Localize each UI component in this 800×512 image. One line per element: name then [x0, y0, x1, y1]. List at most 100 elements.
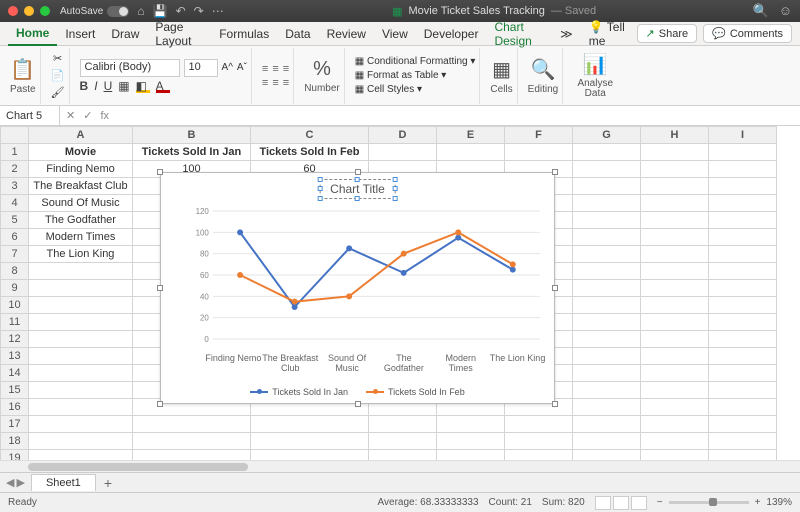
- comments-button[interactable]: 💬Comments: [703, 24, 792, 43]
- tab-developer[interactable]: Developer: [416, 23, 487, 45]
- cell[interactable]: [641, 195, 709, 212]
- resize-handle[interactable]: [157, 169, 163, 175]
- cell[interactable]: [709, 263, 777, 280]
- name-box[interactable]: Chart 5: [0, 106, 60, 125]
- sheet-tab[interactable]: Sheet1: [31, 474, 96, 491]
- cell[interactable]: [573, 229, 641, 246]
- cell[interactable]: [573, 161, 641, 178]
- switch-icon[interactable]: [107, 6, 129, 17]
- col-header[interactable]: B: [133, 127, 251, 144]
- align-left-icon[interactable]: ≡: [262, 77, 268, 89]
- cell[interactable]: [573, 382, 641, 399]
- zoom-level[interactable]: 139%: [766, 497, 792, 508]
- paste-icon[interactable]: 📋: [10, 57, 35, 82]
- align-mid-icon[interactable]: ≡: [272, 63, 278, 75]
- tab-draw[interactable]: Draw: [103, 23, 147, 45]
- embedded-chart[interactable]: Chart Title 020406080100120 Finding Nemo…: [160, 172, 555, 404]
- cell[interactable]: [29, 314, 133, 331]
- fx-icon[interactable]: fx: [100, 110, 109, 122]
- cell[interactable]: [709, 314, 777, 331]
- window-controls[interactable]: [8, 6, 50, 16]
- chart-plot-area[interactable]: 020406080100120: [189, 205, 546, 345]
- cell[interactable]: [641, 161, 709, 178]
- resize-handle[interactable]: [552, 401, 558, 407]
- cell[interactable]: [709, 348, 777, 365]
- tab-formulas[interactable]: Formulas: [211, 23, 277, 45]
- row-header[interactable]: 4: [1, 195, 29, 212]
- editing-group[interactable]: 🔍 Editing: [524, 48, 564, 104]
- cell[interactable]: [133, 416, 251, 433]
- tab-view[interactable]: View: [374, 23, 416, 45]
- cell[interactable]: [641, 246, 709, 263]
- cell[interactable]: Finding Nemo: [29, 161, 133, 178]
- editing-icon[interactable]: 🔍: [530, 57, 555, 82]
- col-header[interactable]: F: [505, 127, 573, 144]
- increase-font-icon[interactable]: A^: [222, 62, 233, 73]
- decrease-font-icon[interactable]: Aˇ: [237, 62, 247, 73]
- cell[interactable]: [133, 433, 251, 450]
- horizontal-scrollbar[interactable]: [0, 460, 800, 472]
- cell[interactable]: [641, 144, 709, 161]
- cell[interactable]: [709, 331, 777, 348]
- analyse-icon[interactable]: 📊: [583, 52, 608, 77]
- clipboard-icons[interactable]: ✂ 📄 🖌: [47, 48, 70, 104]
- cell[interactable]: Modern Times: [29, 229, 133, 246]
- cell[interactable]: [505, 433, 573, 450]
- resize-handle[interactable]: [355, 401, 361, 407]
- cell[interactable]: [505, 416, 573, 433]
- col-header[interactable]: C: [251, 127, 369, 144]
- tab-home[interactable]: Home: [8, 22, 57, 46]
- cell[interactable]: [573, 246, 641, 263]
- prev-sheet-icon[interactable]: ◀: [6, 476, 14, 489]
- cells-group[interactable]: ▦ Cells: [486, 48, 517, 104]
- tab-chart-design[interactable]: Chart Design: [486, 16, 552, 52]
- cell[interactable]: Tickets Sold In Jan: [133, 144, 251, 161]
- resize-handle[interactable]: [552, 285, 558, 291]
- cell[interactable]: [29, 433, 133, 450]
- underline-button[interactable]: U: [104, 79, 113, 93]
- cell[interactable]: [709, 433, 777, 450]
- cut-icon[interactable]: ✂: [53, 52, 62, 65]
- cell[interactable]: [29, 280, 133, 297]
- tab-data[interactable]: Data: [277, 23, 318, 45]
- zoom-icon[interactable]: [40, 6, 50, 16]
- align-center-icon[interactable]: ≡: [272, 77, 278, 89]
- cell[interactable]: [29, 297, 133, 314]
- cell[interactable]: [709, 229, 777, 246]
- border-button[interactable]: ▦: [118, 79, 129, 93]
- row-header[interactable]: 3: [1, 178, 29, 195]
- col-header[interactable]: H: [641, 127, 709, 144]
- col-header[interactable]: E: [437, 127, 505, 144]
- cell[interactable]: [641, 433, 709, 450]
- row-header[interactable]: 16: [1, 399, 29, 416]
- row-header[interactable]: 6: [1, 229, 29, 246]
- cell[interactable]: [709, 382, 777, 399]
- cell[interactable]: [709, 297, 777, 314]
- resize-handle[interactable]: [157, 285, 163, 291]
- cell-styles[interactable]: ▦ Cell Styles ▾: [355, 84, 422, 95]
- resize-handle[interactable]: [552, 169, 558, 175]
- number-group[interactable]: % Number: [300, 48, 345, 104]
- cell[interactable]: [573, 280, 641, 297]
- col-header[interactable]: A: [29, 127, 133, 144]
- alignment-group[interactable]: ≡ ≡ ≡ ≡ ≡ ≡: [258, 48, 294, 104]
- worksheet-grid[interactable]: A B C D E F G H I 1 Movie Tickets Sold I…: [0, 126, 800, 472]
- zoom-out-icon[interactable]: −: [657, 497, 663, 508]
- enter-icon[interactable]: ✓: [83, 109, 92, 122]
- cells-icon[interactable]: ▦: [492, 57, 511, 82]
- row-header[interactable]: 14: [1, 365, 29, 382]
- share-button[interactable]: ↗Share: [637, 24, 698, 43]
- minimize-icon[interactable]: [24, 6, 34, 16]
- paste-group[interactable]: 📋 Paste: [6, 48, 41, 104]
- cell[interactable]: [29, 348, 133, 365]
- tab-page-layout[interactable]: Page Layout: [147, 16, 211, 52]
- cell[interactable]: [641, 212, 709, 229]
- cell[interactable]: [251, 433, 369, 450]
- cell[interactable]: Sound Of Music: [29, 195, 133, 212]
- cell[interactable]: [29, 399, 133, 416]
- cell[interactable]: [641, 263, 709, 280]
- cell[interactable]: [641, 297, 709, 314]
- cell[interactable]: [641, 280, 709, 297]
- align-top-icon[interactable]: ≡: [262, 63, 268, 75]
- cell[interactable]: [573, 314, 641, 331]
